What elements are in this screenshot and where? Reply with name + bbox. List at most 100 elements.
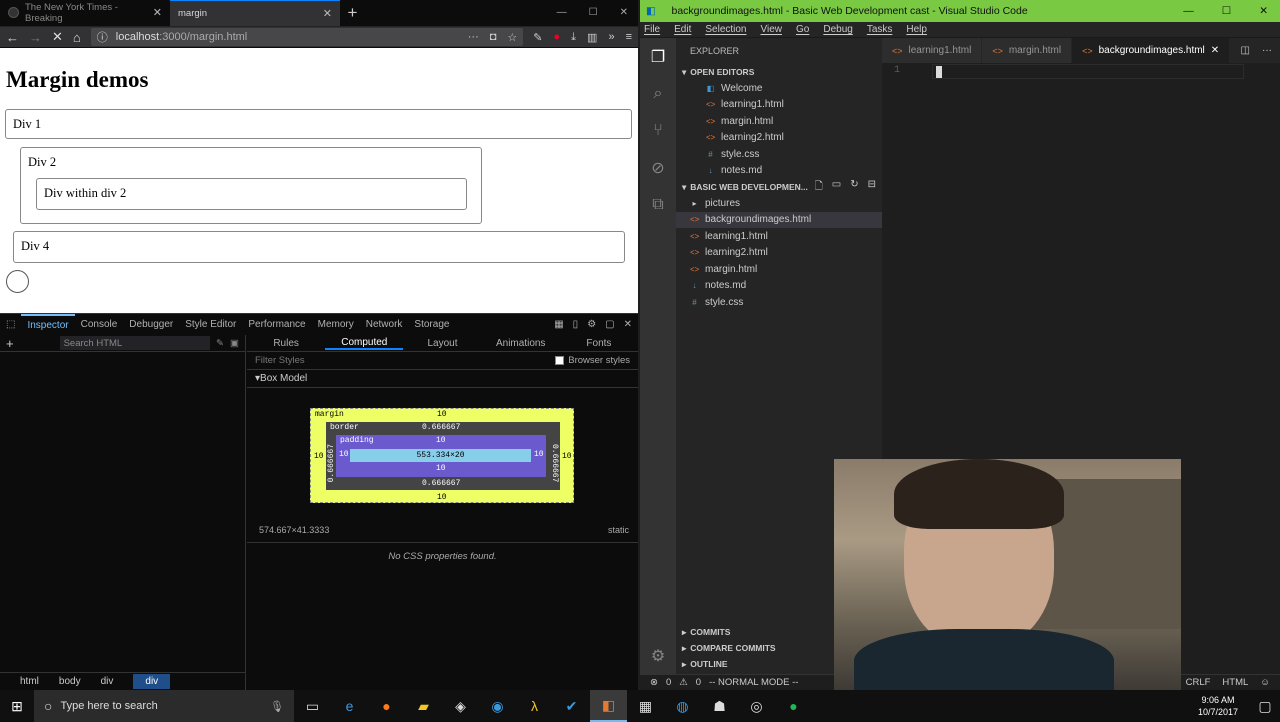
new-folder-icon[interactable]: ▭: [832, 179, 841, 196]
browser-styles-checkbox[interactable]: Browser styles: [555, 355, 630, 366]
file-backgroundimages[interactable]: <> backgroundimages.html: [676, 211, 882, 228]
search-icon[interactable]: ⌕: [640, 75, 676, 112]
wrench-icon[interactable]: ✎: [533, 31, 542, 44]
pick-element-icon[interactable]: ⬚: [0, 314, 21, 336]
tab-debugger[interactable]: Debugger: [123, 314, 179, 336]
menu-view[interactable]: View: [761, 24, 783, 35]
open-editor-style[interactable]: # style.css: [676, 146, 882, 163]
stop-icon[interactable]: ✕: [52, 29, 63, 45]
tab-inspector[interactable]: Inspector: [21, 313, 75, 336]
spotify-icon[interactable]: ●: [775, 690, 812, 722]
breadcrumb-div-selected[interactable]: div: [133, 674, 171, 689]
refresh-icon[interactable]: ↻: [850, 179, 858, 196]
tab-network[interactable]: Network: [360, 314, 409, 336]
editor-tab-margin[interactable]: <> margin.html: [982, 38, 1073, 63]
minimize-icon[interactable]: —: [557, 7, 567, 18]
menu-file[interactable]: File: [644, 24, 660, 35]
download-icon[interactable]: ⤓: [571, 31, 576, 44]
checkmark-app-icon[interactable]: ✔: [553, 690, 590, 722]
tab-margin[interactable]: margin ✕: [170, 0, 340, 26]
bookmark-star-icon[interactable]: ☆: [507, 31, 517, 44]
extensions-icon[interactable]: ⧉: [640, 186, 676, 223]
open-editor-learning1[interactable]: <> learning1.html: [676, 97, 882, 114]
settings-icon[interactable]: ⚙: [587, 319, 596, 330]
tab-style-editor[interactable]: Style Editor: [179, 314, 242, 336]
project-section[interactable]: ▾ BASIC WEB DEVELOPMEN... 🗋 ▭ ↻ ⊟: [676, 179, 882, 195]
frame-picker-icon[interactable]: ▦: [554, 319, 563, 330]
menu-selection[interactable]: Selection: [705, 24, 746, 35]
open-editor-margin[interactable]: <> margin.html: [676, 113, 882, 130]
tab-storage[interactable]: Storage: [408, 314, 455, 336]
lambda-app-icon[interactable]: λ: [516, 690, 553, 722]
more-actions-icon[interactable]: ···: [1262, 45, 1272, 56]
system-clock[interactable]: 9:06 AM 10/7/2017: [1198, 694, 1250, 718]
open-editor-welcome[interactable]: ◧ Welcome: [676, 80, 882, 97]
close-tab-icon[interactable]: ✕: [153, 6, 162, 19]
filter-styles-input[interactable]: Filter Styles: [255, 355, 305, 366]
breadcrumb-html[interactable]: html: [20, 676, 39, 687]
close-devtools-icon[interactable]: ✕: [624, 319, 632, 330]
folder-pictures[interactable]: ▸ pictures: [676, 195, 882, 212]
close-tab-icon[interactable]: ✕: [323, 7, 332, 20]
new-file-icon[interactable]: 🗋: [815, 179, 823, 196]
split-editor-icon[interactable]: ◫: [1241, 45, 1250, 56]
file-explorer-icon[interactable]: ▰: [405, 690, 442, 722]
warning-icon[interactable]: ⚠: [679, 677, 688, 688]
edge-icon[interactable]: e: [331, 690, 368, 722]
store-icon[interactable]: ◈: [442, 690, 479, 722]
box-model-header[interactable]: ▾ Box Model: [247, 370, 638, 388]
settings-gear-icon[interactable]: ⚙: [640, 637, 676, 674]
notifications-icon[interactable]: ▢: [1250, 690, 1280, 722]
firefox-icon[interactable]: ●: [368, 690, 405, 722]
file-margin[interactable]: <> margin.html: [676, 261, 882, 278]
new-tab-button[interactable]: +: [340, 0, 365, 26]
calendar-icon[interactable]: ▦: [627, 690, 664, 722]
tab-memory[interactable]: Memory: [312, 314, 360, 336]
line-ending[interactable]: CRLF: [1186, 677, 1211, 688]
menu-tasks[interactable]: Tasks: [867, 24, 893, 35]
discord-icon[interactable]: ☗: [701, 690, 738, 722]
eyedropper-icon[interactable]: ✎: [216, 338, 224, 349]
screenshot-node-icon[interactable]: ▣: [230, 338, 239, 349]
tab-nytimes[interactable]: The New York Times - Breaking ✕: [0, 0, 170, 26]
messenger-icon[interactable]: ◍: [664, 690, 701, 722]
file-learning1[interactable]: <> learning1.html: [676, 228, 882, 245]
windows-start-icon[interactable]: ⊞: [0, 698, 34, 715]
add-node-icon[interactable]: +: [6, 336, 14, 351]
tab-performance[interactable]: Performance: [242, 314, 311, 336]
menu-edit[interactable]: Edit: [674, 24, 691, 35]
file-notes[interactable]: ↓ notes.md: [676, 278, 882, 295]
taskbar-search-box[interactable]: ○ Type here to search 🎙: [34, 690, 294, 722]
minimize-icon[interactable]: —: [1183, 5, 1194, 17]
maximize-icon[interactable]: ☐: [589, 7, 598, 18]
page-actions-icon[interactable]: ···: [468, 31, 479, 44]
open-editor-notes[interactable]: ↓ notes.md: [676, 163, 882, 180]
open-editor-learning2[interactable]: <> learning2.html: [676, 130, 882, 147]
open-editors-section[interactable]: ▾ OPEN EDITORS: [676, 64, 882, 80]
responsive-icon[interactable]: ▯: [573, 319, 579, 330]
pocket-icon[interactable]: ◘: [490, 31, 497, 44]
close-window-icon[interactable]: ✕: [620, 7, 628, 18]
error-icon[interactable]: ⊗: [650, 677, 658, 688]
vscode-taskbar-icon[interactable]: ◧: [590, 690, 627, 722]
tab-console[interactable]: Console: [75, 314, 124, 336]
menu-debug[interactable]: Debug: [823, 24, 852, 35]
tab-rules[interactable]: Rules: [247, 338, 325, 349]
editor-tab-learning1[interactable]: <> learning1.html: [882, 38, 983, 63]
language-mode[interactable]: HTML: [1222, 677, 1248, 688]
search-html-input[interactable]: Search HTML: [59, 336, 211, 350]
steam-icon[interactable]: ◎: [738, 690, 775, 722]
editor-tab-backgroundimages[interactable]: <> backgroundimages.html ✕: [1072, 38, 1231, 63]
close-tab-icon[interactable]: ✕: [1211, 45, 1219, 56]
microphone-icon[interactable]: 🎙: [270, 700, 284, 713]
library-icon[interactable]: ▥: [587, 31, 597, 44]
menu-icon[interactable]: ≡: [626, 31, 632, 44]
forward-icon[interactable]: →: [29, 30, 42, 45]
tab-computed[interactable]: Computed: [325, 337, 404, 350]
info-icon[interactable]: ⓘ: [97, 29, 108, 45]
tab-fonts[interactable]: Fonts: [560, 338, 638, 349]
maximize-icon[interactable]: ☐: [1222, 5, 1231, 17]
file-style[interactable]: # style.css: [676, 294, 882, 311]
dock-icon[interactable]: ▢: [605, 319, 614, 330]
breadcrumb-body[interactable]: body: [59, 676, 81, 687]
